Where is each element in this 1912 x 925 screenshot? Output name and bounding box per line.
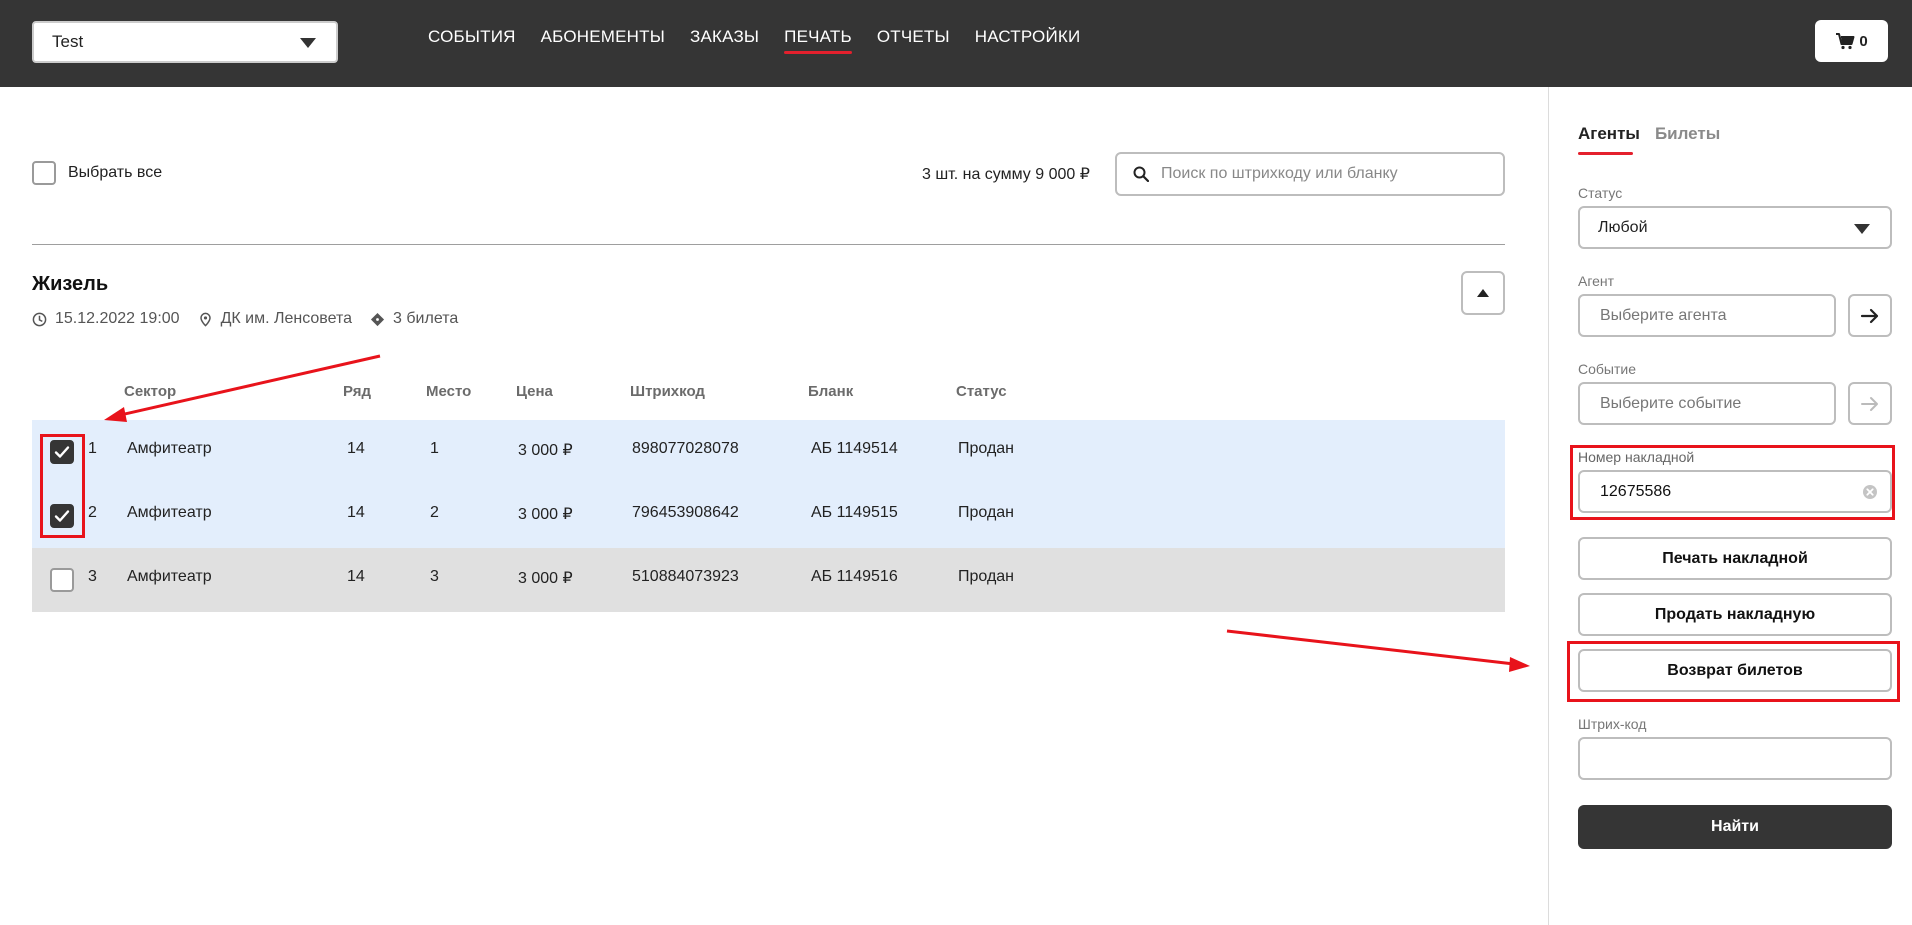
search-icon <box>1133 166 1149 182</box>
cell-blank: АБ 1149515 <box>811 504 898 521</box>
select-all-checkbox[interactable] <box>32 161 56 185</box>
print-invoice-button[interactable]: Печать накладной <box>1578 537 1892 580</box>
cell-barcode: 898077028078 <box>632 440 739 457</box>
main-nav: СОБЫТИЯ АБОНЕМЕНТЫ ЗАКАЗЫ ПЕЧАТЬ ОТЧЕТЫ … <box>428 27 1105 55</box>
nav-item-subscriptions[interactable]: АБОНЕМЕНТЫ <box>541 27 665 55</box>
status-select-value: Любой <box>1598 218 1648 236</box>
cell-status: Продан <box>958 568 1015 585</box>
search-input[interactable]: Поиск по штрихкоду или бланку <box>1115 152 1505 196</box>
venue-select[interactable]: Test <box>32 21 338 63</box>
location-pin-icon <box>199 312 211 327</box>
event-title: Жизель <box>32 273 109 295</box>
cell-num: 2 <box>88 504 97 521</box>
collapse-button[interactable] <box>1461 271 1505 315</box>
cell-seat: 2 <box>430 504 439 521</box>
event-placeholder: Выберите событие <box>1600 394 1742 412</box>
table-row[interactable]: 3 Амфитеатр 14 3 3 000 ₽ 510884073923 АБ… <box>32 548 1505 612</box>
nav-item-events[interactable]: СОБЫТИЯ <box>428 27 516 55</box>
sell-invoice-button[interactable]: Продать накладную <box>1578 593 1892 636</box>
cell-num: 1 <box>88 440 97 457</box>
ticket-icon <box>370 312 385 326</box>
event-go-button[interactable] <box>1848 382 1892 425</box>
cell-row: 14 <box>347 504 365 521</box>
cell-seat: 1 <box>430 440 439 457</box>
event-venue: ДК им. Ленсовета <box>198 310 352 328</box>
arrow-right-icon <box>1861 396 1878 411</box>
cart-icon <box>1836 33 1855 50</box>
event-tickets-count-text: 3 билета <box>393 310 459 327</box>
divider <box>32 244 1505 245</box>
cell-blank: АБ 1149516 <box>811 568 898 585</box>
column-header-status: Статус <box>956 383 1007 400</box>
select-all-label: Выбрать все <box>68 164 163 181</box>
event-label: Событие <box>1578 361 1636 377</box>
status-select[interactable]: Любой <box>1578 206 1892 249</box>
cell-seat: 3 <box>430 568 439 585</box>
column-header-barcode: Штрихкод <box>630 383 705 400</box>
agent-go-button[interactable] <box>1848 294 1892 337</box>
nav-item-settings[interactable]: НАСТРОЙКИ <box>975 27 1081 55</box>
panel-divider <box>1548 87 1549 925</box>
cart-button[interactable]: 0 <box>1815 20 1888 62</box>
event-tickets-count: 3 билета <box>370 310 458 328</box>
cell-price: 3 000 ₽ <box>518 442 573 459</box>
annotation-box-checkboxes <box>40 434 85 538</box>
chevron-up-icon <box>1477 289 1489 297</box>
find-button[interactable]: Найти <box>1578 805 1892 849</box>
agent-input[interactable]: Выберите агента <box>1578 294 1836 337</box>
nav-item-reports[interactable]: ОТЧЕТЫ <box>877 27 950 55</box>
barcode-label: Штрих-код <box>1578 716 1647 732</box>
panel-tabs: Агенты Билеты <box>1578 124 1720 155</box>
cell-barcode: 796453908642 <box>632 504 739 521</box>
cell-row: 14 <box>347 568 365 585</box>
annotation-box-return <box>1567 641 1900 702</box>
event-input[interactable]: Выберите событие <box>1578 382 1836 425</box>
venue-select-value: Test <box>52 32 84 51</box>
row-checkbox[interactable] <box>50 568 74 592</box>
event-meta: 15.12.2022 19:00 ДК им. Ленсовета 3 биле… <box>32 310 476 328</box>
cell-num: 3 <box>88 568 97 585</box>
select-all[interactable]: Выбрать все <box>32 161 162 185</box>
cell-price: 3 000 ₽ <box>518 570 573 587</box>
cell-row: 14 <box>347 440 365 457</box>
tab-agents[interactable]: Агенты <box>1578 124 1640 155</box>
agent-label: Агент <box>1578 273 1615 289</box>
chevron-down-icon <box>300 38 316 48</box>
column-header-sector: Сектор <box>124 383 177 400</box>
table-row[interactable]: 2 Амфитеатр 14 2 3 000 ₽ 796453908642 АБ… <box>32 484 1505 548</box>
event-venue-text: ДК им. Ленсовета <box>220 310 353 327</box>
column-header-seat: Место <box>426 383 472 400</box>
nav-item-orders[interactable]: ЗАКАЗЫ <box>690 27 759 55</box>
cart-count: 0 <box>1859 32 1868 50</box>
event-datetime: 15.12.2022 19:00 <box>32 310 180 328</box>
column-header-row: Ряд <box>343 383 372 400</box>
event-datetime-text: 15.12.2022 19:00 <box>55 310 180 327</box>
cell-sector: Амфитеатр <box>127 440 212 457</box>
search-placeholder: Поиск по штрихкоду или бланку <box>1161 165 1398 182</box>
arrow-right-icon <box>1860 308 1879 323</box>
cell-barcode: 510884073923 <box>632 568 739 585</box>
annotation-box-invoice <box>1570 445 1895 520</box>
tab-tickets[interactable]: Билеты <box>1655 124 1720 154</box>
column-header-price: Цена <box>516 383 553 400</box>
cell-sector: Амфитеатр <box>127 568 212 585</box>
clock-icon <box>32 312 47 326</box>
cell-status: Продан <box>958 504 1015 521</box>
selection-summary: 3 шт. на сумму 9 000 ₽ <box>922 166 1090 183</box>
nav-item-print[interactable]: ПЕЧАТЬ <box>784 27 852 55</box>
agent-placeholder: Выберите агента <box>1600 306 1727 324</box>
column-header-blank: Бланк <box>808 383 854 400</box>
table-row[interactable]: 1 Амфитеатр 14 1 3 000 ₽ 898077028078 АБ… <box>32 420 1505 484</box>
cell-blank: АБ 1149514 <box>811 440 898 457</box>
top-bar: Test СОБЫТИЯ АБОНЕМЕНТЫ ЗАКАЗЫ ПЕЧАТЬ ОТ… <box>0 0 1912 87</box>
barcode-input[interactable] <box>1578 737 1892 780</box>
cell-price: 3 000 ₽ <box>518 506 573 523</box>
cell-sector: Амфитеатр <box>127 504 212 521</box>
chevron-down-icon <box>1854 224 1870 234</box>
status-label: Статус <box>1578 185 1623 201</box>
cell-status: Продан <box>958 440 1015 457</box>
